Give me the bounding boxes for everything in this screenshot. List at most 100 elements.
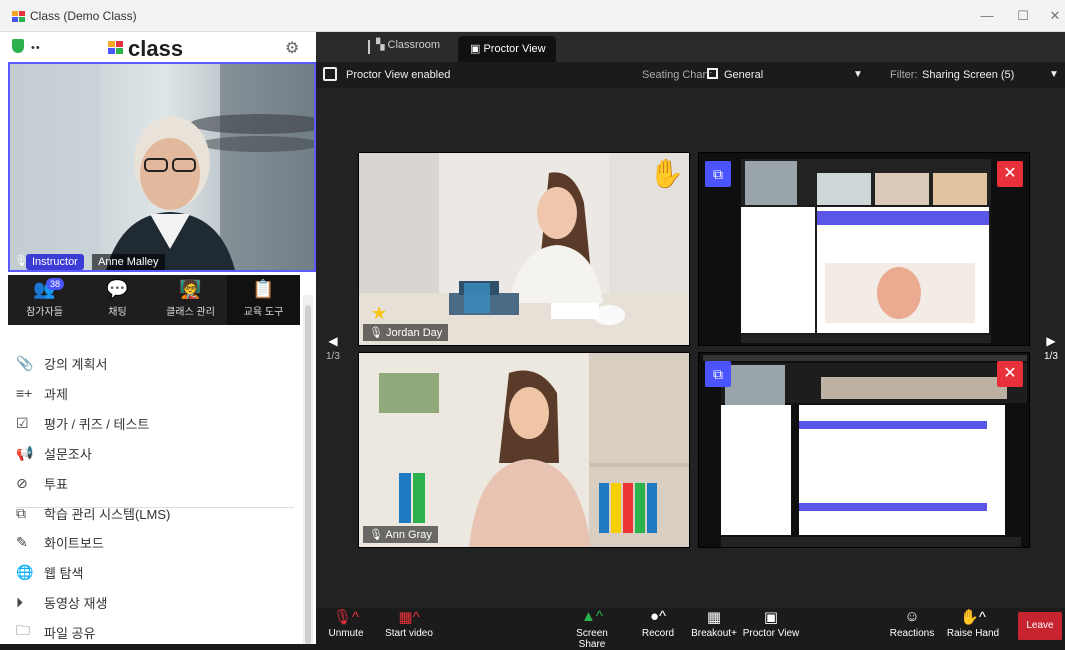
menu-label: 화이트보드 — [44, 535, 104, 551]
tab-participants[interactable]: 👥 38 참가자들 — [8, 275, 81, 325]
participant-video — [359, 353, 689, 547]
toolbar-label: Start video — [385, 628, 433, 639]
tab-label: 채팅 — [108, 307, 127, 318]
scrollbar-thumb[interactable] — [305, 305, 311, 644]
menu-item-survey[interactable]: 📢 설문조사 — [16, 438, 288, 468]
close-window-button[interactable]: ✕ — [1040, 6, 1065, 26]
tab-chat[interactable]: 💬 채팅 — [81, 275, 154, 325]
list-add-icon: ≡+ — [16, 385, 33, 401]
folder-icon: 🗀 — [16, 622, 30, 638]
close-screen-button[interactable]: ✕ — [997, 161, 1023, 187]
grid-icon: ▦ — [706, 609, 722, 626]
participant-tile[interactable]: 🎙 Ann Gray — [358, 352, 690, 548]
title-bar: Class (Demo Class) — ☐ ✕ — [0, 0, 1065, 32]
tab-proctor-view[interactable]: ▣ Proctor View — [458, 36, 556, 62]
tab-classroom[interactable]: ▚ Classroom — [376, 38, 440, 51]
tab-class-management[interactable]: 🧑‍🏫 클래스 관리 — [154, 275, 227, 325]
app-icon — [12, 11, 25, 22]
tools-menu: 📎 강의 계획서 ≡+ 과제 ☑ 평가 / 퀴즈 / 테스트 📢 설문조사 ⊘ 투표 ⧉ 학… — [16, 348, 288, 528]
page-indicator: 1/3 — [1044, 351, 1058, 362]
clipboard-icon: 📋 — [252, 279, 275, 299]
raise-hand-button[interactable]: ✋^ Raise Hand — [946, 608, 1000, 639]
paperclip-icon: 📎 — [16, 354, 34, 371]
menu-item-poll[interactable]: ⊘ 투표 — [16, 468, 288, 498]
tools-menu-2: ✎ 화이트보드 🌐 웹 탐색 ⏵ 동영상 재생 🗀 파일 공유 — [16, 527, 288, 647]
record-icon: ●^ — [649, 608, 667, 625]
gear-icon[interactable]: ⚙ — [285, 38, 299, 58]
proctor-view-button[interactable]: ▣ Proctor View — [742, 608, 800, 639]
toolbar-label: Unmute — [328, 628, 364, 639]
menu-item-video-play[interactable]: ⏵ 동영상 재생 — [16, 587, 288, 617]
chevron-down-icon[interactable]: ▼ — [1049, 69, 1059, 80]
record-button[interactable]: ●^ Record — [638, 608, 678, 639]
open-screen-button[interactable]: ⧉ — [705, 361, 731, 387]
mic-icon: 🎙 — [369, 529, 386, 541]
filter-select[interactable]: Sharing Screen (5) — [922, 69, 1014, 81]
participant-count-badge: 38 — [46, 278, 65, 290]
menu-item-assignments[interactable]: ≡+ 과제 — [16, 378, 288, 408]
participant-name: 🎙 Ann Gray — [363, 526, 438, 543]
people-icon: 👥 — [33, 279, 56, 299]
toolbar-label: Screen Share — [576, 628, 608, 650]
tab-label: Proctor View — [483, 43, 546, 55]
shield-icon — [12, 39, 24, 53]
minimize-button[interactable]: — — [972, 6, 1002, 26]
panel-header: •• class ⚙ — [0, 32, 316, 62]
next-page-button[interactable]: ▶ 1/3 — [1044, 334, 1058, 362]
video-off-icon: ▦^ — [398, 609, 420, 626]
view-tabs: ▚ Classroom ▣ Proctor View — [316, 32, 1065, 62]
toolbar-label: Record — [641, 628, 675, 639]
tab-label: Classroom — [387, 39, 441, 51]
shared-screen — [699, 153, 1029, 345]
participant-tile[interactable]: ✋ ★ 🎙 Jordan Day — [358, 152, 690, 346]
mic-off-icon: 🎙︎^ — [332, 609, 360, 626]
unmute-button[interactable]: 🎙︎^ Unmute — [326, 608, 366, 639]
sidebar-scrollbar[interactable] — [303, 295, 313, 644]
seating-chart-select[interactable]: General — [724, 69, 763, 81]
instructor-video[interactable]: 🎙 Instructor Anne Malley — [8, 62, 316, 272]
leave-button[interactable]: Leave — [1018, 612, 1062, 640]
play-circle-icon: ⏵ — [16, 593, 23, 610]
toolbar-label: Reactions — [889, 628, 935, 639]
screen-share-tile[interactable]: ⧉ ✕ — [698, 152, 1030, 346]
menu-item-syllabus[interactable]: 📎 강의 계획서 — [16, 348, 288, 378]
proctor-icon: ▣ — [470, 43, 484, 55]
menu-item-lms[interactable]: ⧉ 학습 관리 시스템(LMS) — [16, 498, 288, 528]
proctor-status: Proctor View enabled — [346, 69, 451, 81]
menu-label: 강의 계획서 — [44, 356, 108, 372]
left-panel: •• class ⚙ 🎙 Instructor Anne Malley 👥 38… — [0, 32, 316, 644]
proctor-stage: ◀ 1/3 ▶ 1/3 ✋ ★ 🎙 Jordan Day 🎙 Ann Gray … — [316, 88, 1065, 608]
class-logo-icon — [108, 41, 123, 54]
prev-page-button[interactable]: ◀ 1/3 — [326, 334, 340, 362]
close-screen-button[interactable]: ✕ — [997, 361, 1023, 387]
tab-label: 클래스 관리 — [166, 307, 215, 318]
menu-label: 평가 / 퀴즈 / 테스트 — [44, 416, 150, 432]
menu-label: 과제 — [44, 386, 68, 402]
start-video-button[interactable]: ▦^ Start video — [382, 608, 436, 639]
menu-divider — [16, 507, 294, 508]
tab-separator — [368, 40, 370, 54]
menu-item-quizzes[interactable]: ☑ 평가 / 퀴즈 / 테스트 — [16, 408, 288, 438]
menu-item-file-share[interactable]: 🗀 파일 공유 — [16, 617, 288, 647]
globe-icon: 🌐 — [16, 563, 34, 580]
toolbar-label: Proctor View — [742, 628, 800, 639]
pen-icon: ✎ — [16, 533, 28, 550]
open-screen-button[interactable]: ⧉ — [705, 161, 731, 187]
tab-label: 교육 도구 — [243, 307, 284, 318]
menu-label: 투표 — [44, 476, 68, 492]
menu-item-whiteboard[interactable]: ✎ 화이트보드 — [16, 527, 288, 557]
filter-label: Filter: — [890, 69, 918, 81]
menu-label: 동영상 재생 — [44, 595, 108, 611]
menu-item-web-browse[interactable]: 🌐 웹 탐색 — [16, 557, 288, 587]
participant-video — [359, 153, 689, 345]
maximize-button[interactable]: ☐ — [1008, 6, 1038, 26]
reactions-button[interactable]: ☺ Reactions — [888, 608, 936, 639]
chevron-down-icon[interactable]: ▼ — [853, 69, 863, 80]
screen-share-tile[interactable]: ⧉ ✕ — [698, 352, 1030, 548]
screen-share-icon: ▲^ — [581, 608, 603, 625]
tab-teaching-tools[interactable]: 📋 교육 도구 — [227, 275, 300, 325]
presenter-icon: 🧑‍🏫 — [179, 279, 202, 299]
chat-icon: 💬 — [106, 279, 129, 299]
seating-chart-checkbox[interactable] — [707, 68, 718, 79]
breakout-button[interactable]: ▦ Breakout+ — [690, 608, 738, 639]
